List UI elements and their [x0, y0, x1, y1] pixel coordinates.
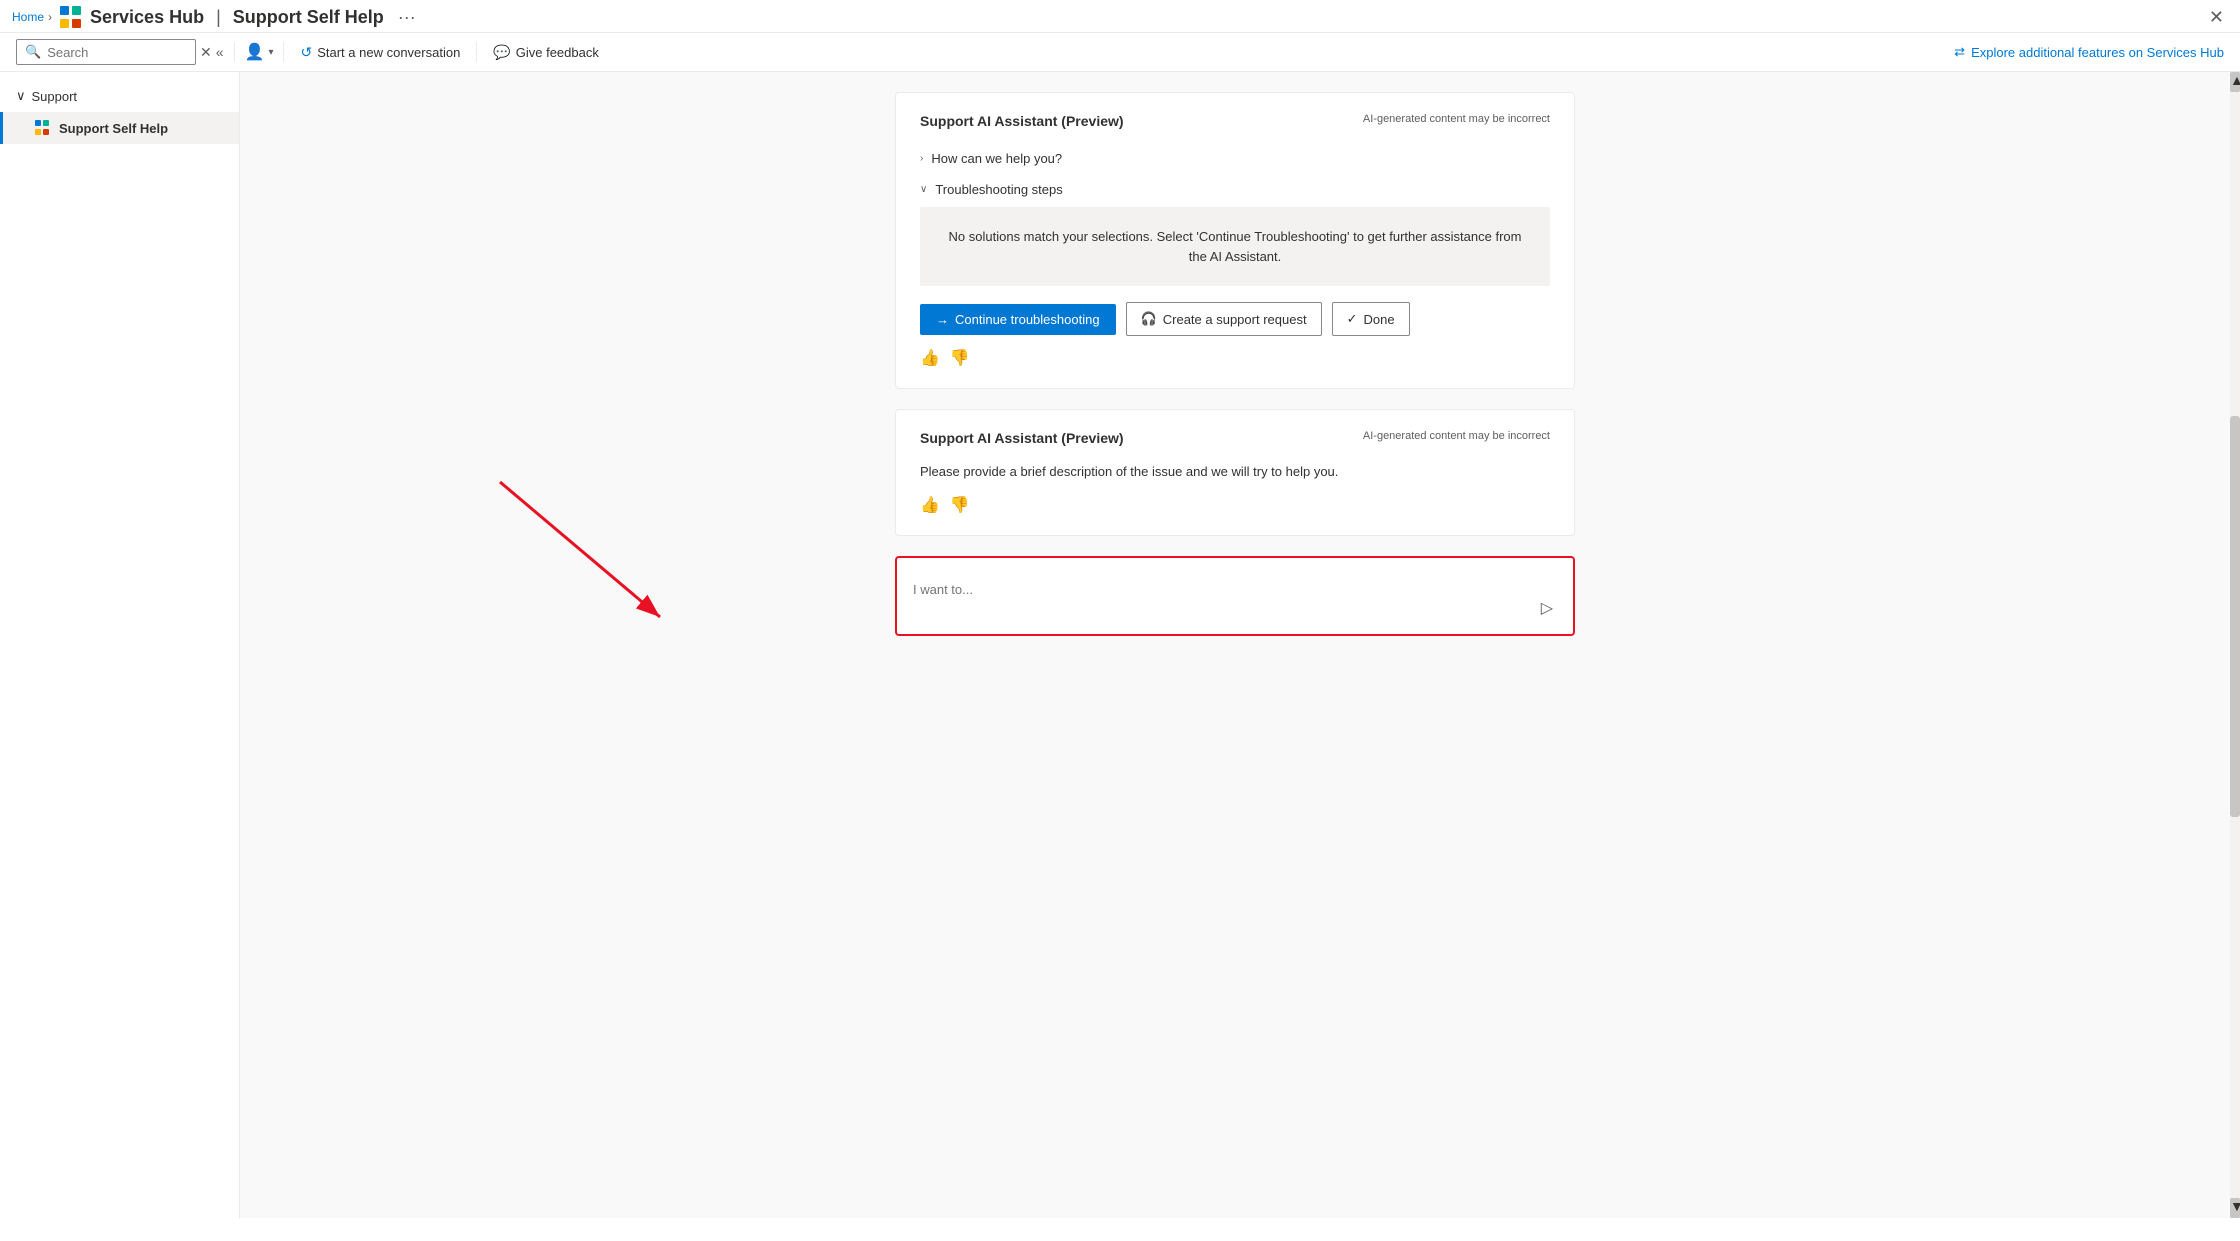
logo-bl: [35, 129, 41, 135]
action-row: → Continue troubleshooting 🎧 Create a su…: [920, 302, 1550, 336]
breadcrumb-sep: ›: [48, 10, 52, 24]
no-solutions-text: No solutions match your selections. Sele…: [949, 229, 1522, 264]
card-1-title: Support AI Assistant (Preview): [920, 113, 1124, 129]
refresh-icon: ↺: [300, 44, 312, 61]
card-2-ai-badge: AI-generated content may be incorrect: [1363, 430, 1550, 442]
accordion-troubleshooting-label: Troubleshooting steps: [935, 182, 1062, 197]
sidebar-group-support: ∨ Support Support Self Help: [0, 80, 239, 144]
accordion-collapsed-icon: ›: [920, 153, 923, 164]
logo-square-tr: [72, 6, 81, 15]
app-logo: [60, 6, 82, 28]
new-conversation-label: Start a new conversation: [317, 45, 460, 60]
explore-icon: ⇄: [1954, 44, 1965, 60]
app-name: Services Hub: [90, 7, 204, 28]
toolbar: 🔍 ✕ « 👤 ▾ ↺ Start a new conversation 💬 G…: [0, 33, 2240, 72]
breadcrumb: Home ›: [12, 10, 52, 24]
sidebar-item-logo: [35, 120, 51, 136]
thumbs-up-button-1[interactable]: 👍: [920, 348, 940, 368]
accordion-troubleshooting-content: No solutions match your selections. Sele…: [920, 207, 1550, 286]
thumbs-up-button-2[interactable]: 👍: [920, 495, 940, 515]
thumbs-down-button-2[interactable]: 👎: [950, 495, 970, 515]
accordion-help-header[interactable]: › How can we help you?: [920, 145, 1550, 172]
checkmark-icon: ✓: [1347, 311, 1358, 327]
explore-label: Explore additional features on Services …: [1971, 45, 2224, 60]
search-input[interactable]: [47, 45, 187, 60]
breadcrumb-home[interactable]: Home: [12, 10, 44, 24]
continue-troubleshooting-button[interactable]: → Continue troubleshooting: [920, 304, 1116, 335]
accordion-troubleshooting-header[interactable]: ∨ Troubleshooting steps: [920, 176, 1550, 203]
feedback-icon: 💬: [493, 44, 510, 61]
arrow-icon: →: [936, 312, 949, 327]
give-feedback-label: Give feedback: [516, 45, 599, 60]
sidebar-collapse-button[interactable]: «: [216, 44, 224, 60]
card-1-header: Support AI Assistant (Preview) AI-genera…: [920, 113, 1550, 129]
section-name: Support Self Help: [233, 7, 384, 28]
more-options-icon[interactable]: ···: [398, 7, 416, 28]
toolbar-separator-3: [476, 42, 477, 62]
give-feedback-button[interactable]: 💬 Give feedback: [487, 40, 605, 65]
toolbar-separator-2: [283, 42, 284, 62]
search-clear-button[interactable]: ✕: [200, 44, 212, 61]
accordion-help-label: How can we help you?: [931, 151, 1062, 166]
logo-square-tl: [60, 6, 69, 15]
accordion-help: › How can we help you?: [920, 145, 1550, 172]
new-conversation-button[interactable]: ↺ Start a new conversation: [294, 40, 466, 65]
arrow-annotation: [440, 452, 740, 652]
accordion-troubleshooting: ∨ Troubleshooting steps No solutions mat…: [920, 176, 1550, 286]
create-support-label: Create a support request: [1163, 312, 1307, 327]
title-left: Home › Services Hub | Support Self Help …: [12, 6, 416, 28]
chat-card-1: Support AI Assistant (Preview) AI-genera…: [895, 92, 1575, 389]
toolbar-separator: [234, 42, 235, 62]
send-button[interactable]: ▷: [1537, 594, 1557, 622]
explore-link[interactable]: ⇄ Explore additional features on Service…: [1954, 44, 2224, 60]
sidebar-group-header[interactable]: ∨ Support: [0, 80, 239, 112]
logo-tr: [43, 120, 49, 126]
sidebar-item-support-self-help[interactable]: Support Self Help: [0, 112, 239, 144]
thumbs-down-button-1[interactable]: 👎: [950, 348, 970, 368]
sidebar: ∨ Support Support Self Help: [0, 72, 240, 1218]
send-icon: ▷: [1541, 600, 1553, 617]
chevron-down-icon[interactable]: ▾: [268, 47, 273, 58]
scrollbar-track[interactable]: ▲ ▼: [2230, 72, 2240, 1218]
scrollbar-bottom-arrow[interactable]: ▼: [2230, 1198, 2240, 1218]
logo-square-bl: [60, 19, 69, 28]
card-1-feedback-row: 👍 👎: [920, 348, 1550, 368]
sidebar-item-label: Support Self Help: [59, 121, 168, 136]
card-2-feedback-row: 👍 👎: [920, 495, 1550, 515]
close-button[interactable]: ✕: [2209, 7, 2224, 28]
logo-square-br: [72, 19, 81, 28]
input-area-wrapper: ▷: [895, 556, 1575, 636]
sidebar-chevron-icon: ∨: [16, 88, 26, 104]
card-2-description: Please provide a brief description of th…: [920, 462, 1550, 483]
card-2-header: Support AI Assistant (Preview) AI-genera…: [920, 430, 1550, 446]
message-input[interactable]: [913, 582, 1529, 622]
person-icon: 👤: [245, 42, 265, 62]
title-separator: |: [216, 7, 221, 28]
chat-card-2: Support AI Assistant (Preview) AI-genera…: [895, 409, 1575, 536]
logo-br: [43, 129, 49, 135]
search-box[interactable]: 🔍: [16, 39, 196, 65]
continue-troubleshooting-label: Continue troubleshooting: [955, 312, 1100, 327]
search-icon: 🔍: [25, 44, 41, 60]
input-box-container: ▷: [895, 556, 1575, 636]
card-2-title: Support AI Assistant (Preview): [920, 430, 1124, 446]
logo-tl: [35, 120, 41, 126]
done-button[interactable]: ✓ Done: [1332, 302, 1410, 336]
accordion-expanded-icon: ∨: [920, 184, 927, 195]
sidebar-group-label: Support: [32, 89, 78, 104]
title-bar: Home › Services Hub | Support Self Help …: [0, 0, 2240, 33]
card-1-ai-badge: AI-generated content may be incorrect: [1363, 113, 1550, 125]
scrollbar-thumb[interactable]: [2230, 416, 2240, 817]
create-support-request-button[interactable]: 🎧 Create a support request: [1126, 302, 1322, 336]
done-label: Done: [1363, 312, 1394, 327]
content-area: Support AI Assistant (Preview) AI-genera…: [240, 72, 2230, 1218]
scrollbar-top-arrow[interactable]: ▲: [2230, 72, 2240, 92]
headset-icon: 🎧: [1141, 311, 1157, 327]
main-layout: ∨ Support Support Self Help Support AI A…: [0, 72, 2240, 1218]
